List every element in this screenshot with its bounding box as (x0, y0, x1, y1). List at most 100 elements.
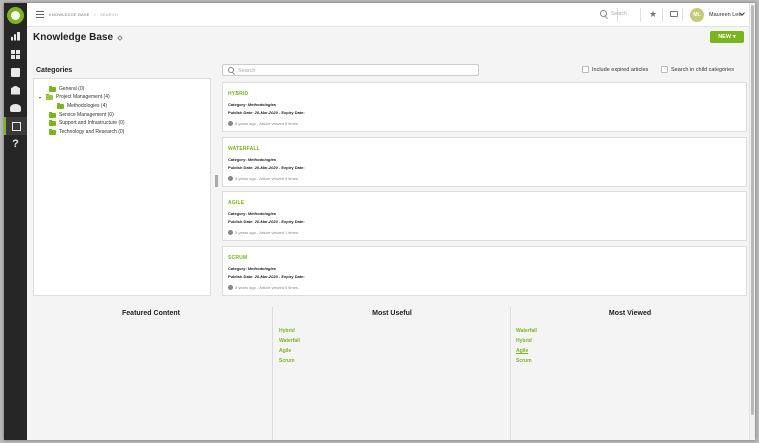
category-methodologies[interactable]: Methodologies (4) (50, 102, 108, 109)
divider (662, 8, 663, 22)
category-service-management[interactable]: Service Management (0) (42, 111, 114, 118)
app-window: ? KNOWLEDGE BASE > SEARCH Search ★ ML Ma… (4, 3, 755, 440)
breadcrumb: KNOWLEDGE BASE > SEARCH (49, 12, 118, 17)
featured-content-title: Featured Content (122, 310, 180, 317)
column-divider (510, 307, 511, 440)
article-card[interactable]: WATERFALL Category: Methodologies Publis… (222, 137, 747, 187)
clock-icon (228, 121, 233, 126)
include-expired-checkbox[interactable]: Include expired articles (582, 66, 648, 73)
categories-title: Categories (36, 67, 73, 74)
article-card[interactable]: AGILE Category: Methodologies Publish Da… (222, 191, 747, 241)
nav-dashboard[interactable] (4, 45, 27, 63)
divider (640, 8, 641, 22)
most-useful-link[interactable]: Hybrid (279, 328, 295, 334)
category-label: Support and Infrastructure (0) (59, 120, 125, 126)
article-meta: 5 years ago - Article viewed 5 times. (228, 121, 299, 126)
main-content: Knowledge Base NEW ▾ Categories General … (27, 27, 749, 440)
folder-icon (49, 119, 56, 126)
global-search[interactable]: Search (600, 10, 627, 17)
institution-icon (11, 85, 20, 95)
article-title[interactable]: AGILE (228, 200, 244, 206)
expand-toggle-icon[interactable]: ▾ (39, 95, 43, 100)
new-button-label: NEW (718, 34, 732, 40)
checkbox-box[interactable] (661, 66, 668, 73)
panel-resize-handle[interactable] (215, 175, 218, 187)
article-search-input[interactable] (238, 66, 468, 75)
folder-icon (57, 102, 64, 109)
checkbox-label: Include expired articles (592, 66, 649, 73)
article-dates: Publish Date: 20-Mar-2020 - Expiry Date: (228, 165, 305, 170)
favorites-icon[interactable]: ★ (649, 9, 657, 19)
folder-icon (49, 111, 56, 118)
category-general[interactable]: General (0) (42, 85, 85, 92)
page-scrollbar[interactable] (749, 3, 755, 440)
category-label: General (0) (59, 86, 85, 92)
most-useful-link[interactable]: Waterfall (279, 338, 300, 344)
breadcrumb-current: SEARCH (100, 12, 119, 17)
article-title[interactable]: WATERFALL (228, 146, 260, 152)
tag-icon[interactable] (117, 35, 123, 41)
avatar[interactable]: ML (690, 8, 704, 22)
most-useful-link[interactable]: Agile (279, 348, 291, 354)
documents-icon (11, 67, 20, 77)
category-label: Methodologies (4) (67, 103, 108, 109)
dashboard-icon (11, 49, 20, 59)
nav-knowledge-base[interactable] (4, 117, 27, 135)
category-label: Technology and Research (0) (59, 129, 125, 135)
messages-icon[interactable] (670, 11, 678, 17)
scrollbar-thumb[interactable] (751, 5, 754, 415)
article-meta: 5 years ago - Article viewed 1 times. (228, 230, 299, 235)
most-viewed-title: Most Viewed (608, 310, 652, 317)
most-useful-title: Most Useful (372, 310, 412, 317)
folder-icon (49, 85, 56, 92)
nav-users[interactable] (4, 99, 27, 117)
users-icon (10, 104, 21, 112)
most-viewed-link[interactable]: Waterfall (516, 328, 537, 334)
breadcrumb-root[interactable]: KNOWLEDGE BASE (49, 12, 90, 17)
folder-icon (49, 128, 56, 135)
global-search-placeholder: Search (611, 10, 627, 17)
user-name[interactable]: Maureen Lee (709, 12, 741, 18)
categories-tree: General (0) ▾ Project Management (4) Met… (33, 78, 211, 296)
article-title[interactable]: HYBRID (228, 91, 248, 97)
clock-icon (228, 285, 233, 290)
chevron-down-icon: ▾ (733, 34, 736, 40)
search-icon (600, 10, 607, 17)
search-icon (228, 67, 234, 73)
article-category: Category: Methodologies (228, 266, 277, 271)
checkbox-box[interactable] (582, 66, 589, 73)
folder-open-icon (46, 93, 53, 100)
article-title[interactable]: SCRUM (228, 255, 247, 261)
nav-analytics[interactable] (4, 27, 27, 45)
top-bar: KNOWLEDGE BASE > SEARCH Search ★ ML Maur… (27, 3, 755, 27)
category-project-management[interactable]: ▾ Project Management (4) (39, 93, 110, 100)
nav-documents[interactable] (4, 63, 27, 81)
most-viewed-link[interactable]: Agile (516, 348, 528, 354)
clock-icon (228, 230, 233, 235)
new-button[interactable]: NEW ▾ (710, 31, 744, 43)
search-child-checkbox[interactable]: Search in child categories (661, 66, 734, 73)
external-link-icon (12, 121, 21, 131)
menu-icon[interactable] (36, 11, 44, 18)
category-technology-research[interactable]: Technology and Research (0) (42, 128, 125, 135)
article-category: Category: Methodologies (228, 157, 277, 162)
checkbox-label: Search in child categories (671, 66, 734, 73)
article-dates: Publish Date: 20-Mar-2020 - Expiry Date: (228, 219, 305, 224)
article-card[interactable]: SCRUM Category: Methodologies Publish Da… (222, 246, 747, 296)
category-support-infrastructure[interactable]: Support and Infrastructure (0) (42, 119, 125, 126)
most-viewed-link[interactable]: Hybrid (516, 338, 532, 344)
article-meta: 5 years ago - Article viewed 4 times. (228, 176, 299, 181)
most-viewed-link[interactable]: Scrum (516, 358, 532, 364)
article-card[interactable]: HYBRID Category: Methodologies Publish D… (222, 82, 747, 132)
article-dates: Publish Date: 20-Mar-2020 - Expiry Date: (228, 274, 305, 279)
left-sidebar: ? (4, 3, 27, 440)
nav-institution[interactable] (4, 81, 27, 99)
analytics-icon (11, 31, 20, 41)
nav-help[interactable]: ? (4, 135, 27, 153)
page-title: Knowledge Base (33, 32, 114, 43)
article-search (222, 64, 479, 76)
article-category: Category: Methodologies (228, 211, 277, 216)
article-dates: Publish Date: 20-Mar-2020 - Expiry Date: (228, 110, 305, 115)
app-logo[interactable] (7, 7, 24, 24)
most-useful-link[interactable]: Scrum (279, 358, 295, 364)
